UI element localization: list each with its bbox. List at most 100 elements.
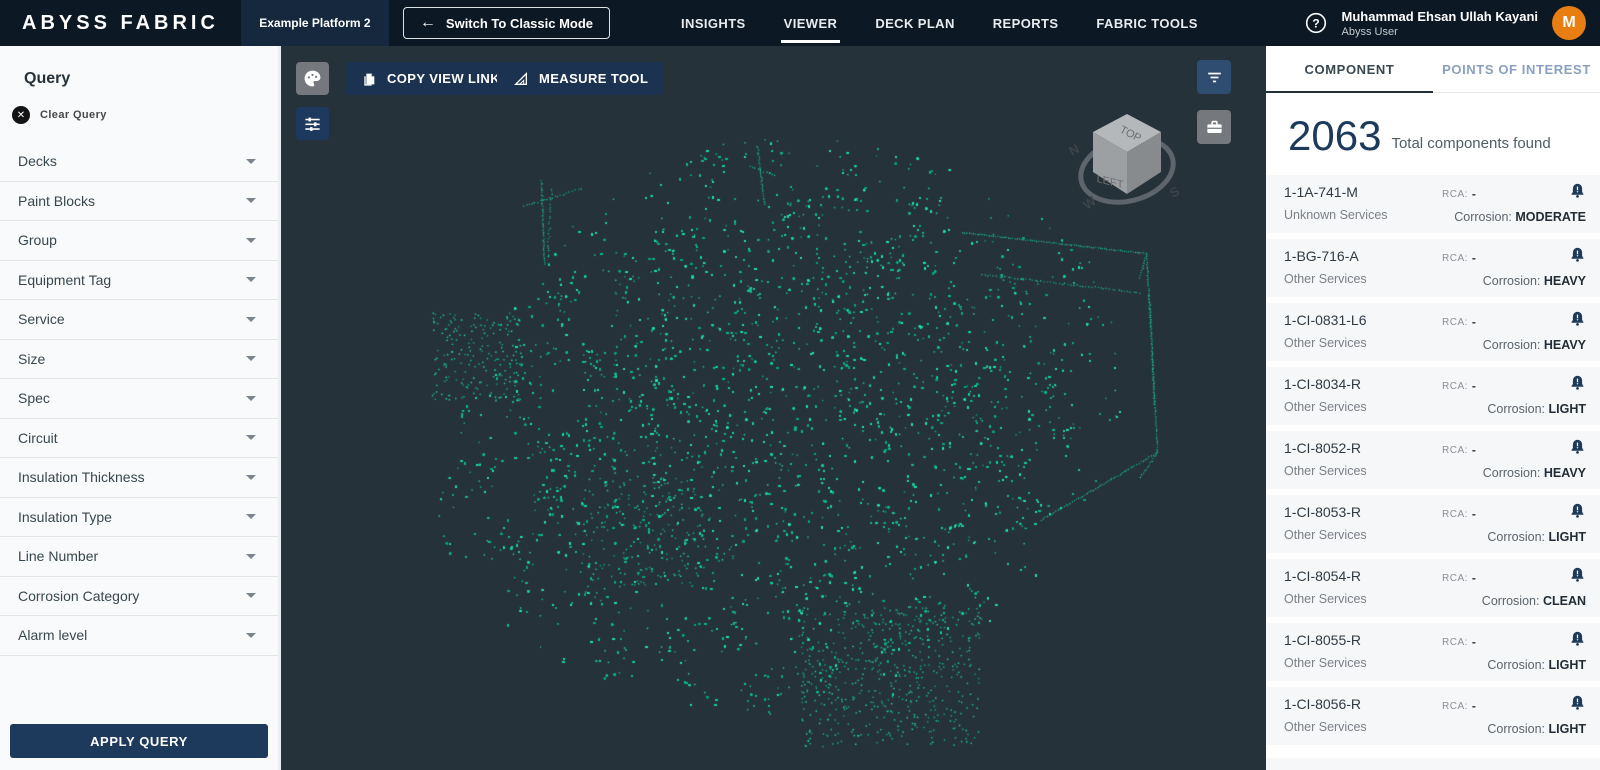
cube-faces[interactable]: TOP LEFT (1093, 114, 1161, 194)
component-row[interactable]: 1-CI-8055-R Other Services RCA: - Corros… (1266, 623, 1600, 681)
alarm-bell-icon[interactable] (1569, 182, 1586, 199)
component-row[interactable]: 1-CI-8034-R Other Services RCA: - Corros… (1266, 367, 1600, 425)
filter-label: Corrosion Category (18, 588, 139, 604)
filter-label: Decks (18, 153, 57, 169)
left-arrow-icon: ← (420, 15, 436, 31)
rca-value: - (1472, 187, 1476, 201)
filter-accordion-item[interactable]: Corrosion Category (0, 577, 278, 617)
corrosion-value: MODERATE (1515, 210, 1586, 224)
copy-icon (361, 71, 377, 87)
rca-label: RCA: (1442, 637, 1468, 648)
panel-tabs: COMPONENT POINTS OF INTEREST (1266, 46, 1600, 93)
rca-label: RCA: (1442, 253, 1468, 264)
component-name: 1-CI-8053-R (1284, 504, 1588, 520)
filter-accordion-item[interactable]: Size (0, 340, 278, 380)
corrosion-value: HEAVY (1544, 338, 1586, 352)
corrosion-line: Corrosion: LIGHT (1487, 658, 1586, 672)
corrosion-value: HEAVY (1544, 274, 1586, 288)
help-icon[interactable]: ? (1304, 11, 1328, 35)
display-settings-button[interactable] (296, 107, 329, 140)
component-row[interactable]: 1-CI-8052-R Other Services RCA: - Corros… (1266, 431, 1600, 489)
navigation-cube[interactable]: N W S TOP LEFT (1049, 92, 1199, 224)
alarm-bell-icon[interactable] (1569, 630, 1586, 647)
switch-classic-mode-label: Switch To Classic Mode (446, 16, 593, 31)
nav-item[interactable]: VIEWER (765, 0, 857, 46)
rca-label: RCA: (1442, 573, 1468, 584)
toolbox-button[interactable] (1197, 110, 1231, 144)
component-name: 1-CI-8055-R (1284, 632, 1588, 648)
nav-item-label: VIEWER (784, 16, 838, 31)
filter-accordion-item[interactable]: Insulation Thickness (0, 458, 278, 498)
nav-item[interactable]: INSIGHTS (662, 0, 765, 46)
nav-item[interactable]: DECK PLAN (856, 0, 973, 46)
corrosion-label: Corrosion: (1482, 594, 1543, 608)
apply-query-button[interactable]: APPLY QUERY (10, 724, 268, 758)
filter-accordion-item[interactable]: Service (0, 300, 278, 340)
filter-results-button[interactable] (1197, 60, 1231, 94)
alarm-bell-icon[interactable] (1569, 438, 1586, 455)
measure-tool-label: MEASURE TOOL (539, 71, 648, 86)
filter-accordion-item[interactable]: Decks (0, 142, 278, 182)
filter-accordion-item[interactable]: Line Number (0, 537, 278, 577)
corrosion-line: Corrosion: LIGHT (1487, 530, 1586, 544)
rca-group: RCA: - (1442, 699, 1476, 713)
avatar[interactable]: M (1552, 6, 1586, 40)
platform-name: Example Platform 2 (259, 16, 370, 30)
filter-accordion-item[interactable]: Alarm level (0, 616, 278, 656)
component-row[interactable]: 1-BG-716-A Other Services RCA: - Corrosi… (1266, 239, 1600, 297)
component-row[interactable]: 1-CI-8054-R Other Services RCA: - Corros… (1266, 559, 1600, 617)
clear-query-button[interactable]: ✕ Clear Query (0, 94, 278, 136)
clear-query-label: Clear Query (40, 109, 107, 121)
filter-label: Insulation Type (18, 509, 112, 525)
component-row[interactable]: 1-CI-8053-R Other Services RCA: - Corros… (1266, 495, 1600, 553)
palette-icon (303, 69, 322, 88)
panel-tab[interactable]: COMPONENT (1266, 46, 1433, 92)
alarm-bell-icon[interactable] (1569, 502, 1586, 519)
filter-label: Equipment Tag (18, 272, 111, 288)
nav-item[interactable]: REPORTS (974, 0, 1078, 46)
panel-tab-label: POINTS OF INTEREST (1442, 62, 1591, 77)
list-item-partial (1266, 758, 1600, 770)
user-role: Abyss User (1342, 26, 1539, 38)
component-row[interactable]: 1-CI-0831-L6 Other Services RCA: - Corro… (1266, 303, 1600, 361)
nav-item[interactable]: FABRIC TOOLS (1077, 0, 1216, 46)
filter-accordion-item[interactable]: Group (0, 221, 278, 261)
switch-classic-mode-button[interactable]: ← Switch To Classic Mode (403, 7, 610, 39)
chevron-down-icon (246, 514, 256, 519)
chevron-down-icon (246, 238, 256, 243)
filter-accordion-item[interactable]: Equipment Tag (0, 261, 278, 301)
panel-tab[interactable]: POINTS OF INTEREST (1433, 46, 1600, 92)
filter-accordion-item[interactable]: Circuit (0, 419, 278, 459)
filter-label: Size (18, 351, 45, 367)
corrosion-value: LIGHT (1549, 530, 1587, 544)
filter-accordion-item[interactable]: Paint Blocks (0, 182, 278, 222)
filter-accordion-item[interactable]: Insulation Type (0, 498, 278, 538)
rca-value: - (1472, 379, 1476, 393)
corrosion-value: LIGHT (1549, 722, 1587, 736)
component-name: 1-CI-8054-R (1284, 568, 1588, 584)
viewer-3d[interactable]: COPY VIEW LINK MEASURE TOOL N W S (281, 46, 1266, 770)
alarm-bell-icon[interactable] (1569, 310, 1586, 327)
palette-button[interactable] (296, 62, 329, 95)
user-block[interactable]: Muhammad Ehsan Ullah Kayani Abyss User (1342, 9, 1539, 38)
corrosion-label: Corrosion: (1487, 722, 1548, 736)
filter-label: Spec (18, 390, 50, 406)
chevron-down-icon (246, 356, 256, 361)
alarm-bell-icon[interactable] (1569, 694, 1586, 711)
copy-view-link-label: COPY VIEW LINK (387, 71, 500, 86)
nav-item-label: REPORTS (993, 16, 1059, 31)
alarm-bell-icon[interactable] (1569, 374, 1586, 391)
corrosion-label: Corrosion: (1487, 658, 1548, 672)
alarm-bell-icon[interactable] (1569, 566, 1586, 583)
rca-group: RCA: - (1442, 187, 1476, 201)
svg-text:?: ? (1312, 16, 1319, 30)
component-row[interactable]: 1-1A-741-M Unknown Services RCA: - Corro… (1266, 175, 1600, 233)
component-row[interactable]: 1-CI-8056-R Other Services RCA: - Corros… (1266, 687, 1600, 745)
copy-view-link-button[interactable]: COPY VIEW LINK (345, 62, 516, 95)
filter-accordion-item[interactable]: Spec (0, 379, 278, 419)
measure-tool-button[interactable]: MEASURE TOOL (497, 62, 664, 95)
chevron-down-icon (246, 633, 256, 638)
alarm-bell-icon[interactable] (1569, 246, 1586, 263)
platform-selector[interactable]: Example Platform 2 (241, 0, 389, 46)
header-right: ? Muhammad Ehsan Ullah Kayani Abyss User… (1304, 6, 1600, 40)
